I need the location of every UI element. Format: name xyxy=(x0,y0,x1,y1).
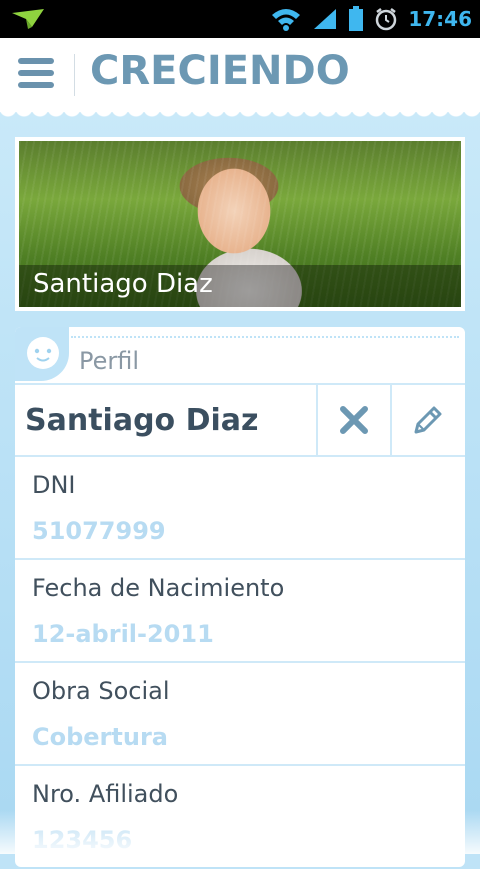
menu-icon[interactable] xyxy=(18,58,54,88)
field-dni[interactable]: DNI 51077999 xyxy=(15,457,465,560)
avatar xyxy=(15,327,69,381)
wifi-icon xyxy=(272,9,301,31)
header-divider xyxy=(74,54,75,96)
child-photo: Santiago Diaz xyxy=(19,141,461,307)
field-label: Fecha de Nacimiento xyxy=(32,574,285,602)
dotted-divider xyxy=(71,336,459,338)
status-bar: 17:46 xyxy=(0,0,480,38)
field-value: 12-abril-2011 xyxy=(32,620,214,648)
app-title: CRECIENDO xyxy=(90,48,350,94)
battery-icon xyxy=(349,6,364,31)
app-header: CRECIENDO xyxy=(0,38,480,112)
alarm-icon xyxy=(376,8,397,31)
header-scallop xyxy=(0,108,480,124)
hero-caption: Santiago Diaz xyxy=(19,265,461,307)
field-label: DNI xyxy=(32,471,76,499)
close-icon xyxy=(340,406,368,434)
baby-face-icon xyxy=(27,337,59,369)
profile-name: Santiago Diaz xyxy=(25,403,259,438)
bottom-fade xyxy=(0,810,480,854)
field-fecha-nacimiento[interactable]: Fecha de Nacimiento 12-abril-2011 xyxy=(15,560,465,663)
section-label-perfil: Perfil xyxy=(79,347,140,375)
pencil-icon xyxy=(414,406,442,434)
signal-icon xyxy=(314,9,337,29)
profile-name-row: Santiago Diaz xyxy=(15,383,465,457)
status-time: 17:46 xyxy=(408,7,472,31)
profile-card: Perfil Santiago Diaz DNI 51077999 Fecha … xyxy=(15,327,465,867)
field-obra-social[interactable]: Obra Social Cobertura xyxy=(15,663,465,766)
notification-app-icon xyxy=(12,9,44,29)
hero-name: Santiago Diaz xyxy=(33,269,213,299)
profile-hero-card[interactable]: Santiago Diaz xyxy=(15,137,465,311)
field-label: Nro. Afiliado xyxy=(32,780,179,808)
field-value: Cobertura xyxy=(32,723,168,751)
delete-button[interactable] xyxy=(316,385,390,455)
field-value: 51077999 xyxy=(32,517,166,545)
field-label: Obra Social xyxy=(32,677,170,705)
edit-button[interactable] xyxy=(390,385,464,455)
